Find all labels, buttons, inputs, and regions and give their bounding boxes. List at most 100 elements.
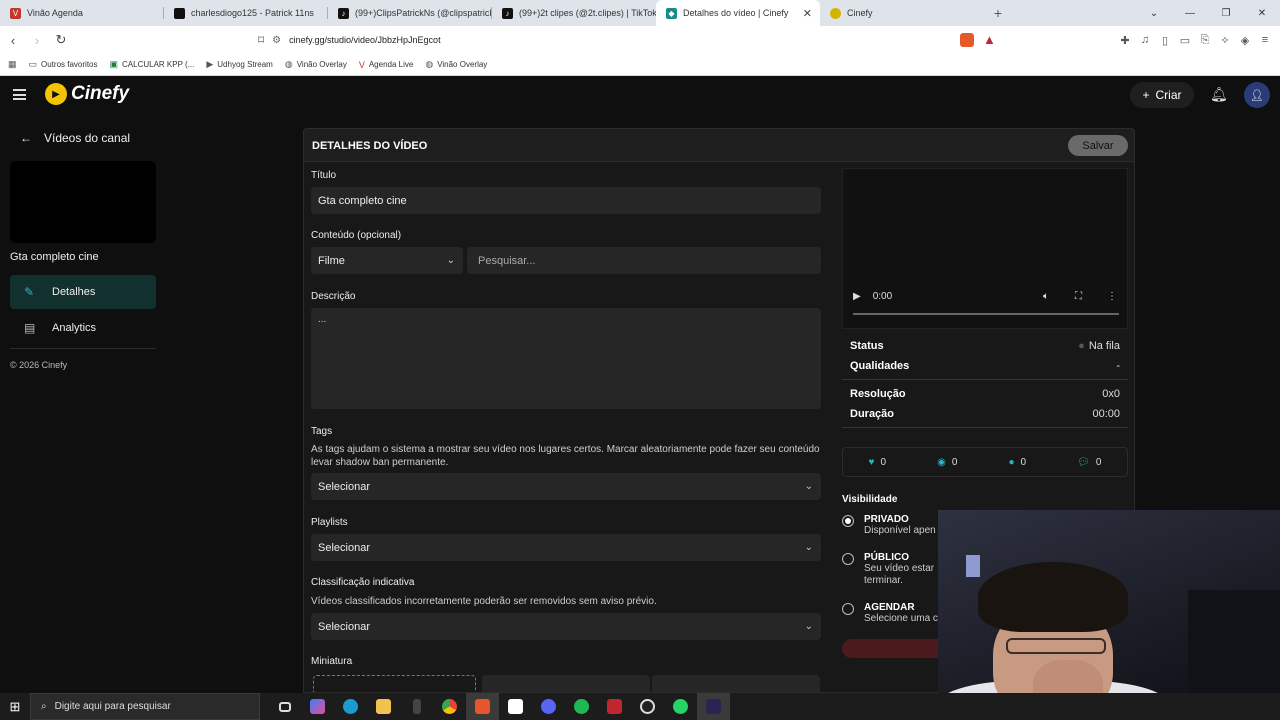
thumbnail-label: Miniatura: [311, 656, 353, 667]
thumbnail-option[interactable]: [482, 675, 650, 692]
new-tab-icon[interactable]: +: [984, 0, 1012, 26]
video-player[interactable]: ▶ 0:00 🔈︎ ⛶ ⋮: [842, 168, 1128, 329]
bookmark-item[interactable]: ◍ Vinão Overlay: [285, 59, 347, 70]
spotify-icon[interactable]: [565, 693, 598, 720]
volume-icon[interactable]: 🔈︎: [1043, 291, 1049, 302]
content-search-input[interactable]: Pesquisar...: [467, 247, 821, 274]
vegas-icon[interactable]: [499, 693, 532, 720]
cinefy-logo[interactable]: ▶ Cinefy: [45, 83, 129, 105]
restore-icon[interactable]: ❐: [1208, 0, 1244, 26]
description-value: ...: [318, 314, 327, 325]
sidebar-item-analytics[interactable]: ▤ Analytics: [10, 311, 156, 345]
brave-shield-icon[interactable]: [960, 33, 974, 47]
visibility-label: Visibilidade: [842, 494, 898, 505]
browser-tab[interactable]: Cinefy: [820, 0, 984, 26]
browser-tab[interactable]: V Vinão Agenda: [0, 0, 164, 26]
video-thumbnail: [10, 161, 156, 243]
close-tab-icon[interactable]: ✕: [803, 7, 812, 20]
browser-tab-active[interactable]: ◆ Detalhes do vídeo | Cinefy ✕: [656, 0, 820, 26]
sidebar-item-details[interactable]: ✎ Detalhes: [10, 275, 156, 309]
tab-title: (99+)ClipsPatrickNs (@clipspatrickns: [355, 8, 492, 18]
player-progress-bar[interactable]: [853, 313, 1119, 315]
browser-tab[interactable]: charlesdiogo125 - Patrick 11ns: [164, 0, 328, 26]
bookmark-item[interactable]: ▶ Udhyog Stream: [206, 59, 273, 70]
reload-icon[interactable]: ↻: [50, 29, 72, 51]
fullscreen-icon[interactable]: ⛶: [1075, 291, 1082, 302]
duration-value: 00:00: [1092, 408, 1120, 420]
chrome-icon[interactable]: [433, 693, 466, 720]
whatsapp-icon[interactable]: [664, 693, 697, 720]
create-button[interactable]: + Criar: [1130, 82, 1194, 108]
bookmark-label: Vinão Overlay: [437, 60, 488, 69]
ai-icon[interactable]: ✧: [1218, 30, 1232, 50]
browser-tab[interactable]: ♪ (99+)2t clipes (@2t.clipes) | TikTok: [492, 0, 656, 26]
radio-selected[interactable]: [842, 515, 854, 527]
url-text: cinefy.gg/studio/video/JbbzHpJnEgcot: [289, 35, 441, 45]
bookmark-item[interactable]: ◍ Vinão Overlay: [425, 59, 487, 70]
bookmark-item[interactable]: ▣ CALCULAR KPP (...: [110, 59, 195, 70]
minimize-icon[interactable]: —: [1172, 0, 1208, 26]
bell-icon[interactable]: 🔔︎: [1210, 86, 1228, 103]
taskbar-search-input[interactable]: ⌕ Digite aqui para pesquisar: [30, 693, 260, 720]
comment-icon: 💬︎: [1077, 456, 1090, 468]
bookmark-icon[interactable]: ⌑: [258, 33, 264, 47]
forward-icon[interactable]: ›: [26, 29, 48, 51]
rating-hint: Vídeos classificados incorretamente pode…: [311, 596, 657, 607]
save-button[interactable]: Salvar: [1068, 135, 1128, 156]
share-icon[interactable]: ⎘: [1198, 30, 1212, 50]
thumbnail-option[interactable]: [652, 675, 820, 692]
file-explorer-icon[interactable]: [367, 693, 400, 720]
hamburger-menu-icon[interactable]: [13, 89, 26, 100]
title-input[interactable]: Gta completo cine: [311, 187, 821, 214]
windows-start-icon[interactable]: ⊞: [0, 693, 30, 720]
sidebar-icon[interactable]: ▯: [1158, 30, 1172, 50]
bookmark-item[interactable]: ▭ Outros favoritos: [29, 59, 98, 70]
back-to-videos-link[interactable]: ← Vídeos do canal: [20, 131, 130, 145]
obs-icon[interactable]: [631, 693, 664, 720]
discord-icon[interactable]: [532, 693, 565, 720]
divider: [10, 348, 156, 349]
webcam-person-hair: [978, 562, 1128, 632]
avatar[interactable]: 👤︎: [1244, 82, 1270, 108]
chevron-down-icon: ⌄: [446, 255, 455, 266]
brave-rewards-icon[interactable]: ▲: [983, 32, 996, 47]
back-icon[interactable]: ‹: [2, 29, 24, 51]
wallet-icon[interactable]: ▭: [1178, 30, 1192, 50]
views-value: 0: [951, 456, 958, 468]
v-icon: V: [358, 59, 365, 70]
app-icon[interactable]: [400, 693, 433, 720]
rating-select[interactable]: Selecionar ⌄: [311, 613, 821, 640]
chevron-down-icon[interactable]: ⌄: [1136, 0, 1172, 26]
site-info-icon[interactable]: ⚙: [272, 35, 281, 46]
browser-tab[interactable]: ♪ (99+)ClipsPatrickNs (@clipspatrickns: [328, 0, 492, 26]
apps-grid-icon[interactable]: ▦: [8, 59, 17, 70]
dot-value: 0: [1020, 456, 1027, 468]
close-window-icon[interactable]: ✕: [1244, 0, 1280, 26]
radio-unselected[interactable]: [842, 603, 854, 615]
brave-icon[interactable]: [466, 693, 499, 720]
play-icon[interactable]: ▶: [853, 291, 861, 302]
voicemeeter-icon[interactable]: [598, 693, 631, 720]
vpn-icon[interactable]: ◈: [1238, 30, 1252, 50]
content-type-select[interactable]: Filme ⌄: [311, 247, 463, 274]
extensions-area: ✚ ♫ ▯ ▭ ⎘ ✧ ◈ ≡: [1118, 30, 1272, 50]
copilot-icon[interactable]: [301, 693, 334, 720]
terminal-icon[interactable]: [697, 693, 730, 720]
edge-icon[interactable]: [334, 693, 367, 720]
extension-icon[interactable]: ✚: [1118, 30, 1132, 50]
radio-unselected[interactable]: [842, 553, 854, 565]
bookmarks-bar: ▦ ▭ Outros favoritos ▣ CALCULAR KPP (... ▶…: [0, 54, 1280, 76]
tags-select-placeholder: Selecionar: [318, 480, 370, 493]
playlists-select[interactable]: Selecionar ⌄: [311, 534, 821, 561]
music-icon[interactable]: ♫: [1138, 30, 1152, 50]
thumbnail-upload[interactable]: [313, 675, 476, 692]
menu-icon[interactable]: ≡: [1258, 30, 1272, 50]
tags-select[interactable]: Selecionar ⌄: [311, 473, 821, 500]
url-field[interactable]: ⌑ ⚙ cinefy.gg/studio/video/JbbzHpJnEgcot: [258, 29, 998, 51]
bookmark-item[interactable]: V Agenda Live: [359, 60, 414, 70]
description-textarea[interactable]: ...: [311, 308, 821, 409]
tags-hint: As tags ajudam o sistema a mostrar seu v…: [311, 444, 820, 468]
task-view-icon[interactable]: [268, 693, 301, 720]
chevron-down-icon: ⌄: [804, 542, 813, 553]
more-options-icon[interactable]: ⋮: [1107, 291, 1117, 302]
